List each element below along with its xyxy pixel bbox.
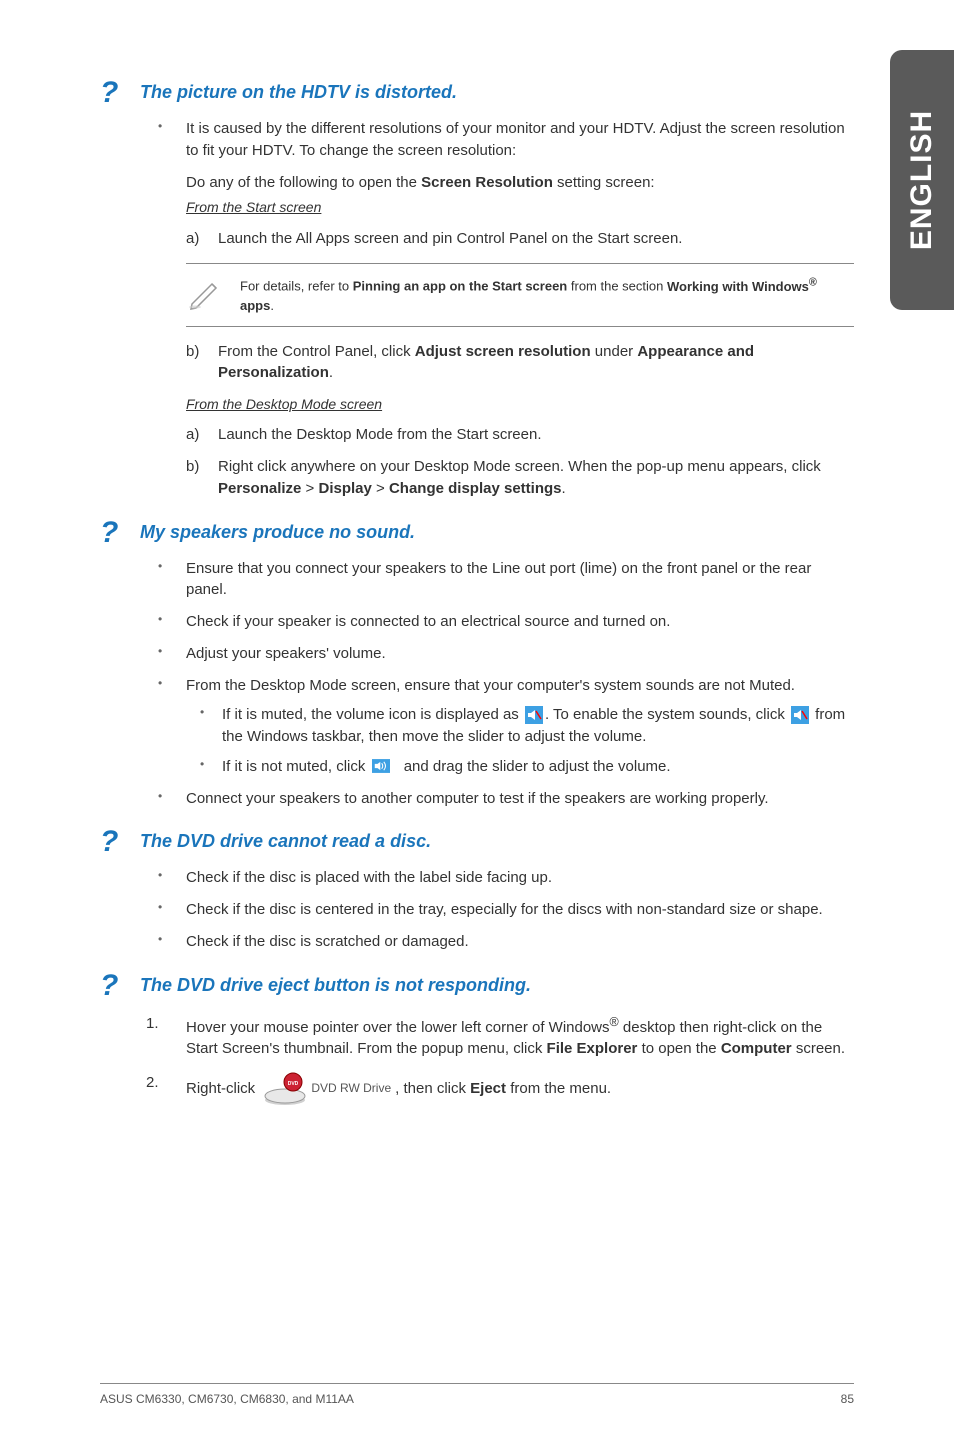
q4-step2: 2. Right-click DVD DVD RW Drive, then clic… [140,1072,854,1106]
q3-title: The DVD drive cannot read a disc. [140,831,431,852]
q4-n2-label: 2. [146,1072,159,1094]
q1-db-gt2: > [372,480,389,497]
q1-db-gt1: > [301,480,318,497]
q1-a-text: Launch the All Apps screen and pin Contr… [218,230,682,247]
q1-step-a: a) Launch the All Apps screen and pin Con… [186,228,854,250]
q4-n1-end: screen. [792,1040,845,1057]
q1-b-end: . [329,364,333,381]
q4-body: 1. Hover your mouse pointer over the lowe… [140,1013,854,1107]
page-footer: ASUS CM6330, CM6730, CM6830, and M11AA 8… [100,1383,854,1406]
q2-it4-text: From the Desktop Mode screen, ensure tha… [186,677,795,694]
speaker-volume-icon [372,757,398,777]
q1-db-pre: Right click anywhere on your Desktop Mod… [218,458,821,475]
faq-q4: ? The DVD drive eject button is not resp… [100,971,854,1001]
pencil-icon [186,274,222,310]
faq-q1: ? The picture on the HDTV is distorted. [100,78,854,108]
note-b2a: Working with Windows [667,279,809,294]
note-end: . [270,298,274,313]
question-mark-icon: ? [100,518,140,548]
q2-it5: Connect your speakers to another compute… [140,788,854,810]
q1-title: The picture on the HDTV is distorted. [140,82,457,103]
note-box: For details, refer to Pinning an app on … [186,263,854,326]
q3-body: Check if the disc is placed with the lab… [140,867,854,952]
footer-page-number: 85 [841,1392,854,1406]
q4-n2-b1: Eject [470,1080,506,1097]
q1-from-start: From the Start screen [186,197,854,217]
q1-body: It is caused by the different resolution… [140,118,854,500]
note-b2b: apps [240,298,270,313]
q1-db-end: . [562,480,566,497]
q1-db-b1: Personalize [218,480,301,497]
svg-text:DVD: DVD [288,1081,299,1087]
language-tab: ENGLISH [890,50,954,310]
q3-it3: Check if the disc is scratched or damage… [140,931,854,953]
q1-db-b3: Change display settings [389,480,562,497]
speaker-muted-small-icon [791,706,809,724]
q2-s2-pre: If it is not muted, click [222,758,370,775]
q2-it4: From the Desktop Mode screen, ensure tha… [140,675,854,778]
q1-doany-suf: setting screen: [553,174,655,191]
q1-step-b: b) From the Control Panel, click Adjust s… [186,341,854,385]
dvd-drive-icon: DVD DVD RW Drive [263,1072,391,1106]
faq-q3: ? The DVD drive cannot read a disc. [100,827,854,857]
q4-n1-b1: File Explorer [547,1040,638,1057]
q4-step1: 1. Hover your mouse pointer over the lowe… [140,1013,854,1061]
note-mid: from the section [567,279,667,294]
q1-bullet: It is caused by the different resolution… [140,118,854,249]
faq-q2: ? My speakers produce no sound. [100,518,854,548]
q1-d-step-b: b) Right click anywhere on your Desktop M… [186,456,854,500]
q2-it2: Check if your speaker is connected to an… [140,611,854,633]
note-pre: For details, refer to [240,279,353,294]
note-sup: ® [809,276,817,288]
q4-n2-mid: , then click [395,1080,470,1097]
q2-title: My speakers produce no sound. [140,522,415,543]
q1-b-pre: From the Control Panel, click [218,343,415,360]
page-content: ? The picture on the HDTV is distorted. … [0,0,954,1148]
q4-n1-label: 1. [146,1013,159,1035]
dvd-label: DVD RW Drive [311,1080,391,1097]
q1-db-b2: Display [318,480,371,497]
q1-b-label: b) [186,341,199,363]
q4-n1-mid2: to open the [637,1040,720,1057]
q1-d-step-a: a) Launch the Desktop Mode from the Start… [186,424,854,446]
q4-n2-end: from the menu. [506,1080,611,1097]
q2-it3: Adjust your speakers' volume. [140,643,854,665]
q1-b-mid: under [591,343,638,360]
question-mark-icon: ? [100,827,140,857]
q2-sub2: If it is not muted, click and drag the s… [186,756,854,778]
q2-s1-pre: If it is muted, the volume icon is displ… [222,706,523,723]
q4-n1-b2: Computer [721,1040,792,1057]
q4-n1-pre: Hover your mouse pointer over the lower … [186,1019,610,1036]
q4-title: The DVD drive eject button is not respon… [140,975,531,996]
note-b1: Pinning an app on the Start screen [353,279,568,294]
q4-n1-sup: ® [610,1015,619,1029]
speaker-muted-icon [525,706,543,724]
q2-s2-post: and drag the slider to adjust the volume… [400,758,671,775]
q1-b-bold1: Adjust screen resolution [415,343,591,360]
q1-da-text: Launch the Desktop Mode from the Start s… [218,426,542,443]
question-mark-icon: ? [100,78,140,108]
q2-sub1: If it is muted, the volume icon is displ… [186,704,854,748]
footer-left: ASUS CM6330, CM6730, CM6830, and M11AA [100,1392,354,1406]
q1-from-desktop: From the Desktop Mode screen [186,394,854,414]
q1-doany-pre: Do any of the following to open the [186,174,421,191]
q1-a-label: a) [186,228,199,250]
q2-s1-mid: . To enable the system sounds, click [545,706,789,723]
note-text: For details, refer to Pinning an app on … [240,274,854,315]
q1-doany-bold: Screen Resolution [421,174,553,191]
language-tab-text: ENGLISH [905,110,939,250]
q3-it1: Check if the disc is placed with the lab… [140,867,854,889]
q1-da-label: a) [186,424,199,446]
q4-n2-pre: Right-click [186,1080,259,1097]
q2-body: Ensure that you connect your speakers to… [140,558,854,810]
q3-it2: Check if the disc is centered in the tra… [140,899,854,921]
question-mark-icon: ? [100,971,140,1001]
q1-bullet1-text: It is caused by the different resolution… [186,120,845,159]
q2-it1: Ensure that you connect your speakers to… [140,558,854,602]
q1-db-label: b) [186,456,199,478]
